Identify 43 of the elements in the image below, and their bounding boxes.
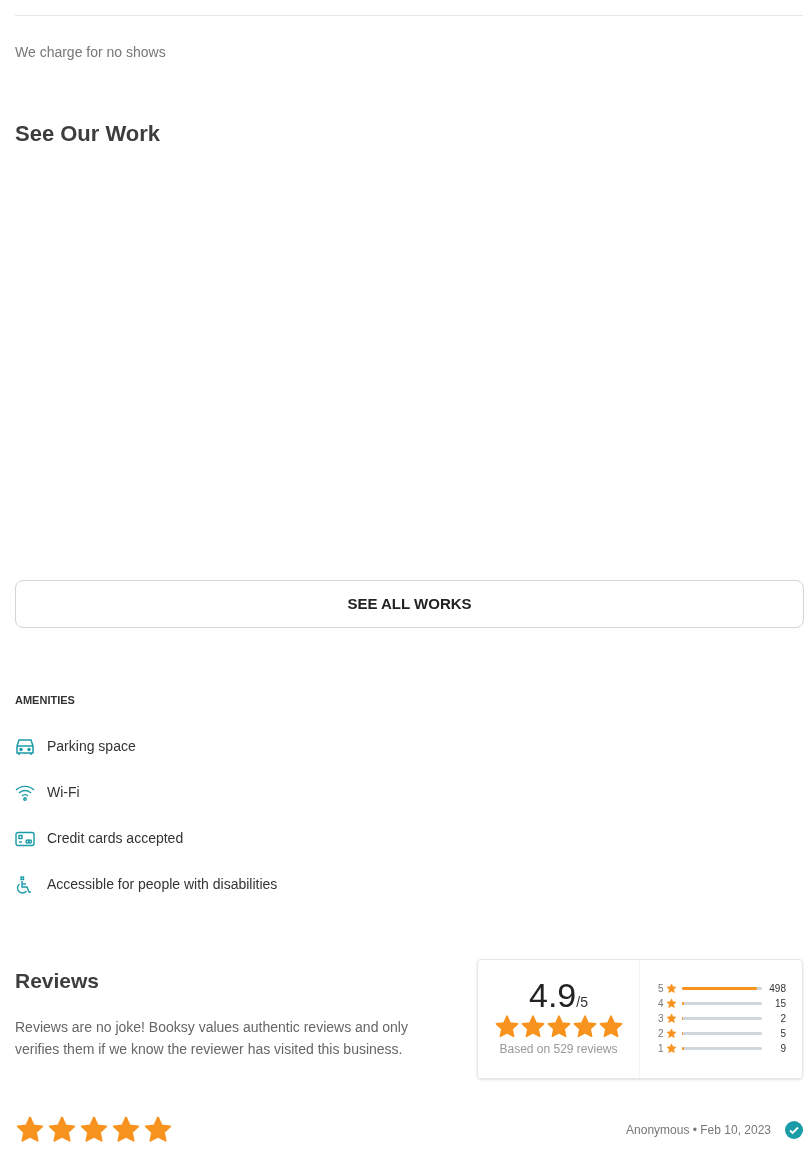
amenity-label: Wi-Fi: [47, 783, 80, 802]
wifi-icon: [15, 784, 35, 801]
section-heading: Reviews: [15, 967, 101, 994]
rating-count: 15: [773, 997, 786, 1011]
rating-label: 5: [658, 982, 665, 996]
amenity-label: Credit cards accepted: [47, 829, 184, 848]
star-icon: [519, 1013, 546, 1040]
reviews-description: Reviews are no joke! Booksy values authentic reviews and only verifies them if we know the reviewer has visited this business.: [15, 1018, 409, 1059]
star-icon: [111, 1114, 141, 1145]
credit-card-icon: [15, 830, 35, 847]
policy-note: We charge for no shows: [15, 43, 167, 62]
star-icon: [666, 1013, 677, 1024]
star-icon: [666, 1043, 677, 1054]
rating-scale: /5: [576, 993, 588, 1012]
star-icon: [666, 998, 677, 1009]
wheelchair-icon: [15, 875, 33, 894]
rating-count: 2: [779, 1012, 786, 1026]
rating-count: 5: [779, 1027, 786, 1041]
star-icon: [597, 1013, 624, 1040]
star-icon: [15, 1114, 45, 1145]
rating-count: 9: [779, 1042, 786, 1056]
rating-label: 4: [658, 997, 665, 1011]
section-heading: AMENITIES: [15, 693, 76, 708]
star-icon: [666, 983, 677, 994]
star-icon: [47, 1114, 77, 1145]
review-author-date: Anonymous • Feb 10, 2023: [626, 1121, 771, 1139]
star-icon: [666, 1028, 677, 1039]
rating-label: 1: [658, 1042, 665, 1056]
star-icon: [493, 1013, 520, 1040]
rating-label: 3: [658, 1012, 665, 1026]
see-all-works-button[interactable]: SEE ALL WORKS: [15, 580, 804, 628]
amenity-label: Parking space: [47, 737, 136, 756]
rating-score: 4.9: [529, 975, 577, 1014]
car-icon: [15, 737, 35, 756]
star-icon: [545, 1013, 572, 1040]
rating-count: 498: [768, 982, 786, 996]
star-icon: [143, 1114, 173, 1145]
review-count: Based on 529 reviews: [499, 1040, 618, 1058]
star-icon: [79, 1114, 109, 1145]
rating-label: 2: [658, 1027, 665, 1041]
star-icon: [571, 1013, 598, 1040]
amenity-label: Accessible for people with disabilities: [47, 875, 278, 894]
section-heading: See Our Work: [15, 120, 162, 148]
